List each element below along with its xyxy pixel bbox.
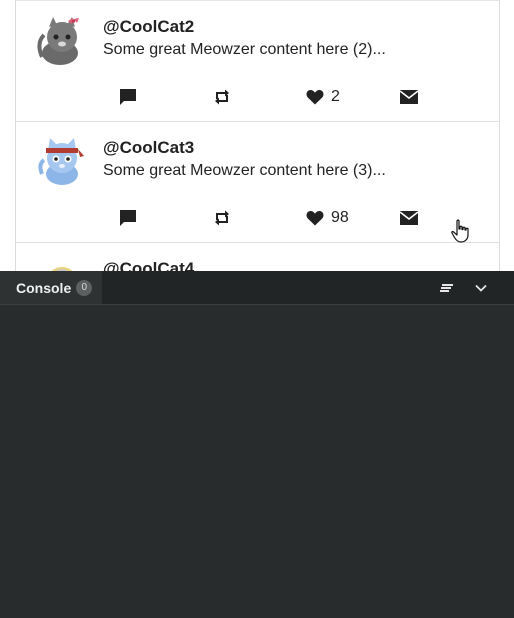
message-button[interactable] xyxy=(400,85,418,109)
heart-icon xyxy=(306,89,324,105)
hand-cursor-icon xyxy=(451,219,469,243)
gray-cat-avatar[interactable] xyxy=(36,13,88,65)
reply-icon xyxy=(120,89,136,105)
like-button[interactable]: 98 xyxy=(306,206,349,230)
console-toolbar: Console 0 xyxy=(0,271,514,305)
clear-lines-icon[interactable] xyxy=(438,279,456,297)
tweet-card: @CoolCat2 Some great Meowzer content her… xyxy=(16,1,499,122)
tweet-content: Some great Meowzer content here (3)... xyxy=(103,162,386,179)
console-count-badge: 0 xyxy=(76,279,93,296)
like-button[interactable]: 2 xyxy=(306,85,340,109)
retweet-icon xyxy=(215,210,229,226)
console-output[interactable] xyxy=(0,305,514,618)
mail-icon xyxy=(400,211,418,225)
console-panel: Console 0 xyxy=(0,271,514,618)
reply-icon xyxy=(120,210,136,226)
console-title: Console xyxy=(16,279,72,296)
reply-button[interactable] xyxy=(119,85,137,109)
tweet-handle[interactable]: @CoolCat2 xyxy=(103,17,194,37)
tweet-content: Some great Meowzer content here (2)... xyxy=(103,41,386,58)
tweet-actions: 2 xyxy=(16,85,499,109)
like-count: 98 xyxy=(331,209,349,226)
like-count: 2 xyxy=(331,88,340,105)
tweet-card: @CoolCat4 xyxy=(16,243,499,272)
mail-icon xyxy=(400,90,418,104)
retweet-button[interactable] xyxy=(213,85,231,109)
retweet-icon xyxy=(215,89,229,105)
tweet-actions: 98 xyxy=(16,206,499,230)
tweet-handle[interactable]: @CoolCat3 xyxy=(103,138,194,158)
reply-button[interactable] xyxy=(119,206,137,230)
yellow-cat-avatar[interactable] xyxy=(36,255,88,272)
heart-icon xyxy=(306,210,324,226)
tweet-card: @CoolCat3 Some great Meowzer content her… xyxy=(16,122,499,243)
chevron-down-icon[interactable] xyxy=(472,279,490,297)
message-button[interactable] xyxy=(400,206,418,230)
blue-cat-avatar[interactable] xyxy=(36,134,88,186)
console-tab[interactable]: Console 0 xyxy=(0,271,102,304)
tweet-feed: @CoolCat2 Some great Meowzer content her… xyxy=(15,0,500,272)
retweet-button[interactable] xyxy=(213,206,231,230)
